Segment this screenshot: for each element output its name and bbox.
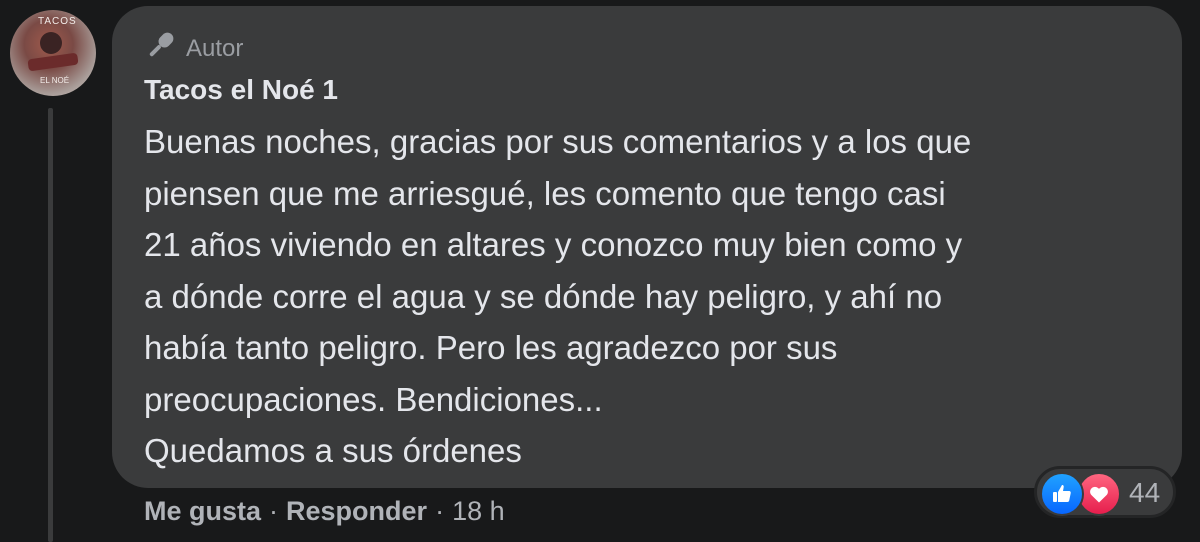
comment-text-line: piensen que me arriesgué, les comento qu… xyxy=(144,174,946,212)
comment-text-line: Buenas noches, gracias por sus comentari… xyxy=(144,123,972,160)
like-button[interactable]: Me gusta xyxy=(144,496,261,527)
reactions-summary[interactable]: 44 xyxy=(1034,466,1176,518)
author-badge: Autor xyxy=(144,28,243,69)
separator: · xyxy=(435,496,445,526)
comment-actions: Me gusta · Responder · 18 h xyxy=(144,496,505,527)
reply-button[interactable]: Responder xyxy=(286,496,427,527)
comment-text-line: preocupaciones. Bendiciones... xyxy=(144,380,603,418)
comment-text-line: 21 años viviendo en altares y conozco mu… xyxy=(144,226,963,263)
avatar[interactable]: TACOS EL NOÉ xyxy=(10,10,96,96)
comment-text-line: Quedamos a sus órdenes xyxy=(144,432,522,469)
separator: · xyxy=(269,496,279,526)
microphone-icon xyxy=(144,28,178,69)
author-badge-label: Autor xyxy=(186,34,244,62)
comment-text: Buenas noches, gracias por sus comentari… xyxy=(144,116,1154,477)
reaction-count: 44 xyxy=(1129,477,1161,508)
comment-timestamp[interactable]: 18 h xyxy=(452,496,505,527)
avatar-text: EL NOÉ xyxy=(40,76,70,85)
comment-author-name[interactable]: Tacos el Noé 1 xyxy=(144,74,338,106)
comment-text-line: había tanto peligro. Pero les agradezco … xyxy=(144,329,838,366)
avatar-logo-shape xyxy=(40,32,62,54)
avatar-logo-shape xyxy=(27,52,79,72)
avatar-text: TACOS xyxy=(38,16,77,27)
like-icon xyxy=(1040,472,1084,516)
comment-text-line: a dónde corre el agua y se dónde hay pel… xyxy=(144,277,943,315)
thread-line xyxy=(48,108,53,542)
